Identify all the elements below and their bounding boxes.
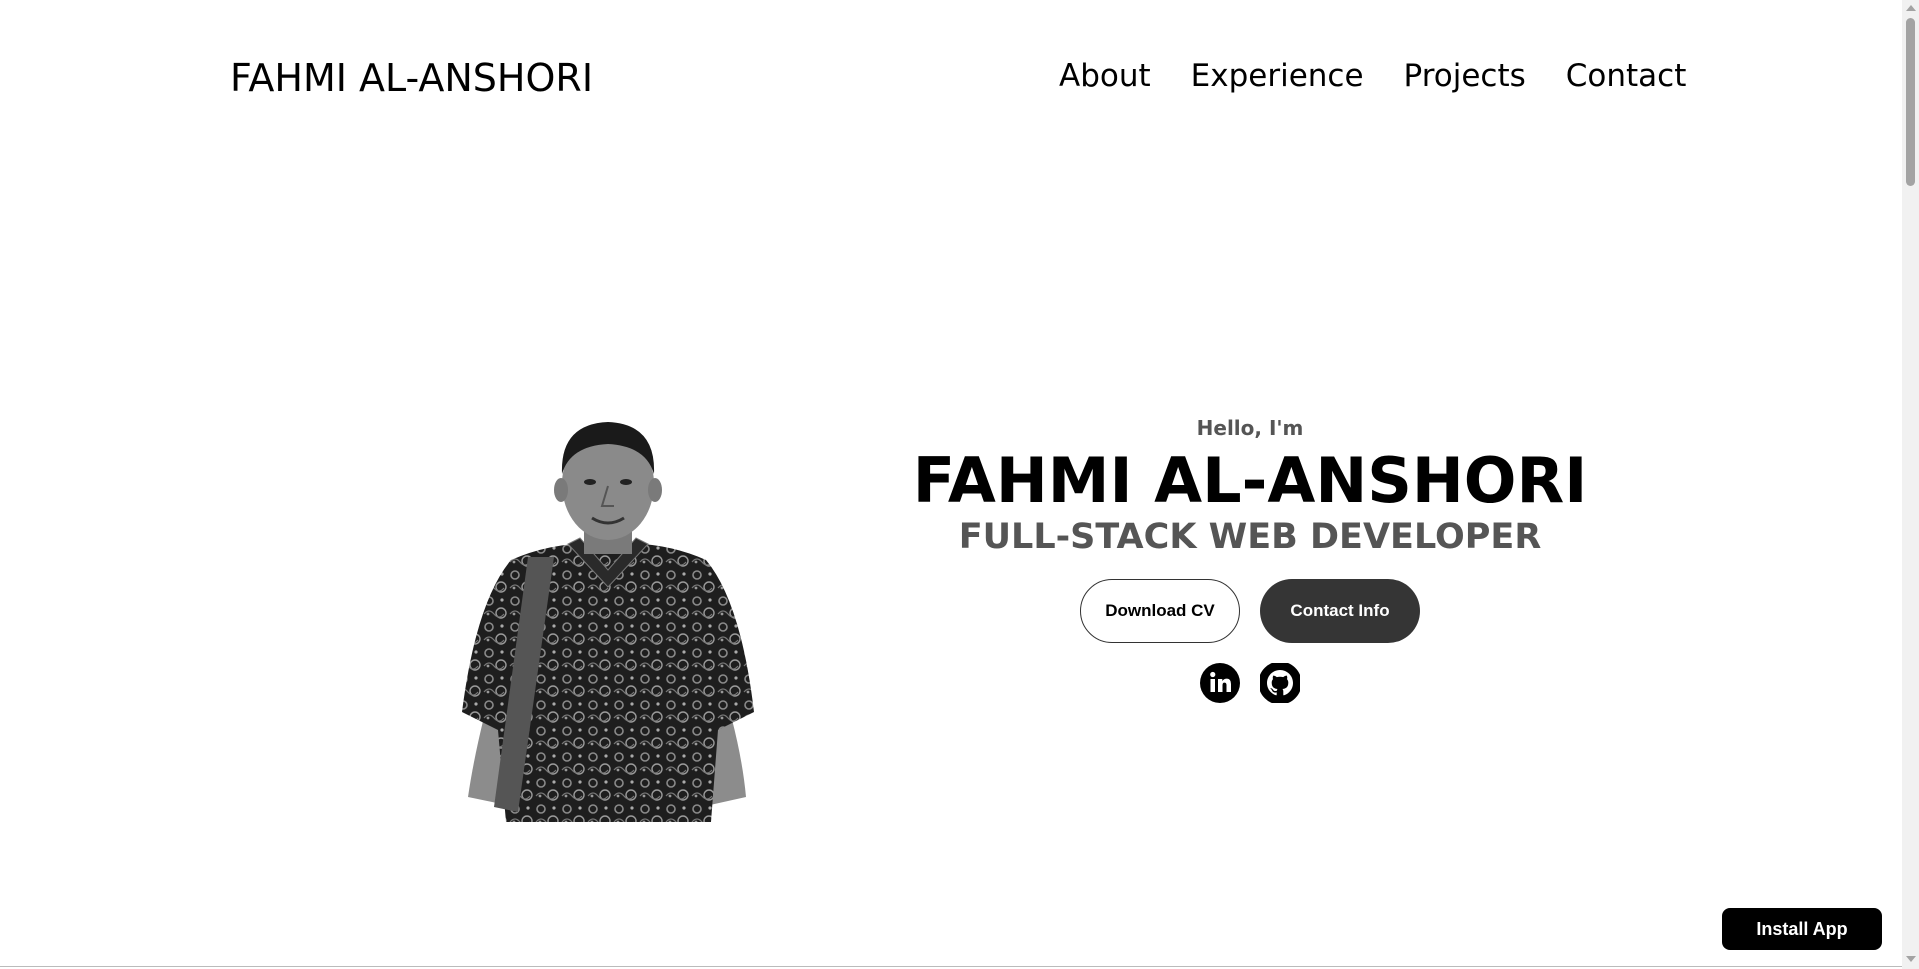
site-logo[interactable]: FAHMI AL-ANSHORI [230, 56, 593, 100]
nav-link-experience[interactable]: Experience [1191, 58, 1364, 94]
hero-buttons: Download CV Contact Info [900, 579, 1600, 643]
scroll-down-arrow-icon[interactable] [1906, 956, 1916, 962]
nav-link-projects[interactable]: Projects [1404, 58, 1526, 94]
download-cv-button[interactable]: Download CV [1080, 579, 1240, 643]
nav-link-about[interactable]: About [1059, 58, 1151, 94]
github-icon[interactable] [1260, 663, 1300, 703]
scrollbar-thumb[interactable] [1906, 18, 1915, 186]
vertical-scrollbar[interactable] [1902, 0, 1919, 969]
hero-name: FAHMI AL-ANSHORI [912, 444, 1588, 517]
nav-link-contact[interactable]: Contact [1566, 58, 1687, 94]
hero-role: FULL-STACK WEB DEVELOPER [958, 517, 1542, 557]
linkedin-icon[interactable] [1200, 663, 1240, 703]
social-links [900, 663, 1600, 703]
install-app-button[interactable]: Install App [1722, 908, 1882, 950]
viewport-bottom-border [0, 966, 1902, 967]
hero-greeting: Hello, I'm [1196, 416, 1304, 440]
scroll-up-arrow-icon[interactable] [1906, 5, 1916, 11]
top-nav: FAHMI AL-ANSHORI About Experience Projec… [0, 0, 1900, 160]
contact-info-button[interactable]: Contact Info [1260, 579, 1420, 643]
page: FAHMI AL-ANSHORI About Experience Projec… [0, 0, 1919, 969]
nav-links: About Experience Projects Contact [1059, 58, 1686, 94]
hero-section: Hello, I'm FAHMI AL-ANSHORI FULL-STACK W… [900, 412, 1600, 703]
profile-photo [462, 422, 754, 822]
